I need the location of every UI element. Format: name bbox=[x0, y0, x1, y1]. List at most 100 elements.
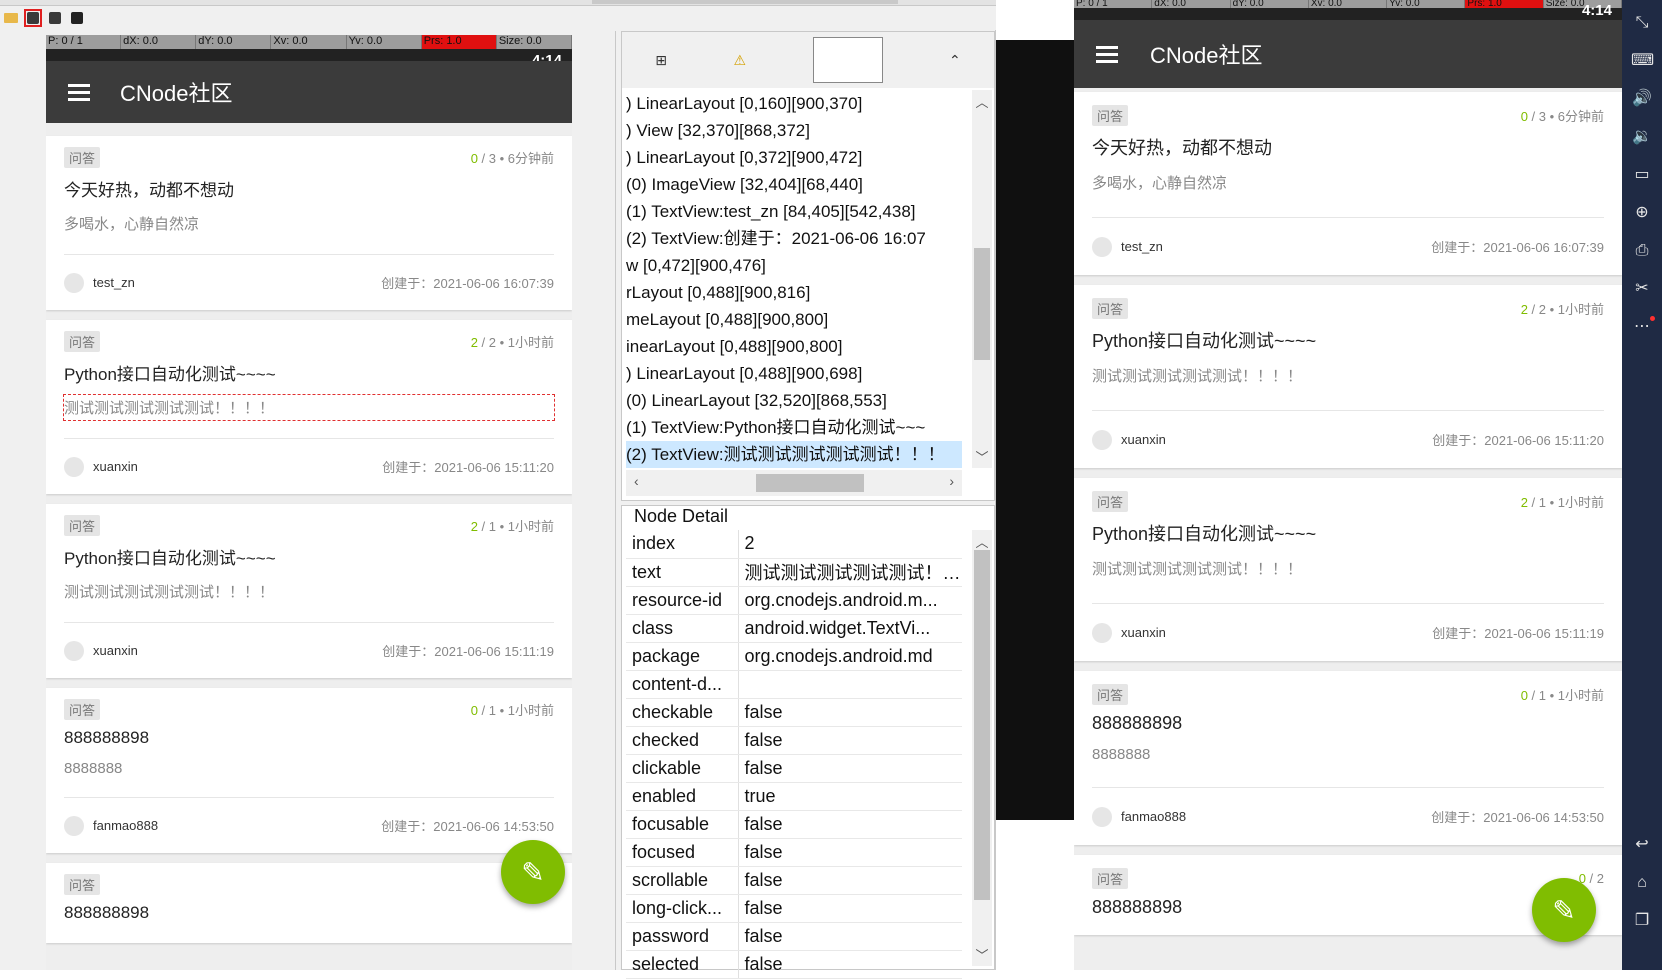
author[interactable]: test_zn bbox=[1092, 236, 1163, 257]
detail-value[interactable]: android.widget.TextVi... bbox=[738, 614, 962, 643]
scroll-up-icon[interactable]: ︿ bbox=[972, 532, 992, 551]
recents-icon[interactable]: ❐ bbox=[1631, 910, 1653, 932]
compose-fab[interactable]: ✎ bbox=[501, 840, 565, 904]
screenshot-compressed-icon[interactable] bbox=[46, 9, 64, 27]
scroll-right-icon[interactable]: › bbox=[949, 473, 954, 489]
detail-value[interactable]: false bbox=[738, 754, 962, 783]
detail-value[interactable]: 2 bbox=[738, 530, 962, 559]
tree-node[interactable]: ) LinearLayout [0,160][900,370] bbox=[626, 90, 962, 117]
topic-card[interactable]: 问答 0 / 3 • 6分钟前 今天好热，动都不想动 多喝水，心静自然凉 test_zn… bbox=[46, 136, 572, 310]
print-icon[interactable]: ⎙ bbox=[1631, 240, 1653, 262]
keyboard-icon[interactable]: ⌨ bbox=[1631, 50, 1654, 72]
add-apk-icon[interactable]: ⊕ bbox=[1631, 202, 1653, 224]
detail-value[interactable]: 测试测试测试测试测试！… bbox=[738, 558, 962, 587]
tree-node[interactable]: rLayout [0,488][900,816] bbox=[626, 279, 962, 306]
author[interactable]: xuanxin bbox=[1092, 429, 1166, 450]
detail-value[interactable]: false bbox=[738, 866, 962, 895]
detail-row[interactable]: focusable false bbox=[626, 810, 962, 839]
home-icon[interactable]: ⌂ bbox=[1631, 872, 1653, 894]
scroll-left-icon[interactable]: ‹ bbox=[634, 473, 639, 489]
detail-row[interactable]: long-click... false bbox=[626, 894, 962, 923]
collapse-up-icon[interactable]: ⌃ bbox=[949, 52, 961, 69]
tree-node[interactable]: w [0,472][900,476] bbox=[626, 252, 962, 279]
author[interactable]: xuanxin bbox=[64, 456, 138, 477]
top-scroll-thumb[interactable] bbox=[592, 0, 898, 4]
detail-row[interactable]: focused false bbox=[626, 838, 962, 867]
menu-icon[interactable] bbox=[1096, 45, 1118, 63]
author[interactable]: fanmao888 bbox=[64, 815, 158, 836]
menu-icon[interactable] bbox=[68, 83, 90, 101]
emulator-screen[interactable]: P: 0 / 1 dX: 0.0 dY: 0.0 Xv: 0.0 Yv: 0.0… bbox=[1074, 0, 1622, 970]
detail-value[interactable]: false bbox=[738, 894, 962, 923]
author[interactable]: xuanxin bbox=[64, 640, 138, 661]
detail-vertical-scrollbar[interactable]: ︿ ﹀ bbox=[972, 530, 992, 966]
open-folder-icon[interactable] bbox=[2, 9, 20, 27]
fullscreen-icon[interactable]: ⤡ bbox=[1631, 12, 1653, 34]
topic-card[interactable]: 问答 0 / 1 • 1小时前 888888898 8888888 fanmao888 创… bbox=[46, 688, 572, 853]
tree-node[interactable]: ) View [32,370][868,372] bbox=[626, 117, 962, 144]
volume-up-icon[interactable]: 🔊 bbox=[1631, 88, 1653, 110]
hierarchy-search-box[interactable] bbox=[812, 37, 883, 83]
tree-node[interactable]: (2) TextView:创建于：2021-06-06 16:07 bbox=[626, 225, 962, 252]
scissors-icon[interactable]: ✂ bbox=[1631, 278, 1653, 300]
device-screenshot[interactable]: P: 0 / 1 dX: 0.0 dY: 0.0 Xv: 0.0 Yv: 0.0… bbox=[46, 35, 572, 970]
detail-row[interactable]: scrollable false bbox=[626, 866, 962, 895]
hierarchy-tree[interactable]: ) LinearLayout [0,160][900,370]) View [3… bbox=[626, 90, 962, 468]
scroll-up-icon[interactable]: ︿ bbox=[972, 92, 992, 111]
tree-node[interactable]: ) LinearLayout [0,488][900,698] bbox=[626, 360, 962, 387]
detail-value[interactable]: false bbox=[738, 698, 962, 727]
author[interactable]: xuanxin bbox=[1092, 622, 1166, 643]
detail-value[interactable]: false bbox=[738, 838, 962, 867]
detail-value[interactable]: org.cnodejs.android.md bbox=[738, 642, 962, 671]
tree-node[interactable]: (1) TextView:test_zn [84,405][542,438] bbox=[626, 198, 962, 225]
detail-row[interactable]: class android.widget.TextVi... bbox=[626, 614, 962, 643]
detail-row[interactable]: content-d... bbox=[626, 670, 962, 699]
detail-value[interactable]: org.cnodejs.android.m... bbox=[738, 586, 962, 615]
back-icon[interactable]: ↩ bbox=[1631, 834, 1653, 856]
save-icon[interactable] bbox=[68, 9, 86, 27]
detail-value[interactable]: false bbox=[738, 810, 962, 839]
scroll-down-icon[interactable]: ﹀ bbox=[972, 447, 992, 466]
topic-card[interactable]: 问答 0 / 3 • 6分钟前 今天好热，动都不想动 多喝水，心静自然凉 test_zn… bbox=[1074, 92, 1622, 275]
tree-horizontal-scrollbar[interactable]: ‹ › bbox=[626, 470, 962, 496]
topic-card[interactable]: 问答 2 / 2 • 1小时前 Python接口自动化测试~~~~ 测试测试测试测试测… bbox=[46, 320, 572, 494]
detail-row[interactable]: checked false bbox=[626, 726, 962, 755]
author[interactable]: fanmao888 bbox=[1092, 806, 1186, 827]
tree-node[interactable]: (1) TextView:Python接口自动化测试~~~ bbox=[626, 414, 962, 441]
author[interactable]: test_zn bbox=[64, 272, 135, 293]
compose-fab[interactable]: ✎ bbox=[1532, 878, 1596, 942]
scroll-down-icon[interactable]: ﹀ bbox=[972, 945, 992, 964]
topic-card[interactable]: 问答 2 / 1 • 1小时前 Python接口自动化测试~~~~ 测试测试测试测试测… bbox=[46, 504, 572, 678]
topic-card[interactable]: 问答 2 / 2 • 1小时前 Python接口自动化测试~~~~ 测试测试测试测试测… bbox=[1074, 285, 1622, 468]
tree-node[interactable]: (2) TextView:测试测试测试测试测试！！！ bbox=[626, 441, 962, 468]
tree-node[interactable]: (0) LinearLayout [32,520][868,553] bbox=[626, 387, 962, 414]
more-icon[interactable]: ⋯ bbox=[1631, 316, 1655, 338]
detail-value[interactable]: false bbox=[738, 922, 962, 951]
topic-card[interactable]: 问答0 / 2 888888898 bbox=[46, 863, 572, 943]
detail-value[interactable]: true bbox=[738, 782, 962, 811]
tree-node[interactable]: (0) ImageView [32,404][68,440] bbox=[626, 171, 962, 198]
detail-row[interactable]: resource-id org.cnodejs.android.m... bbox=[626, 586, 962, 615]
tree-node[interactable]: meLayout [0,488][900,800] bbox=[626, 306, 962, 333]
tree-vertical-scrollbar[interactable]: ︿ ﹀ bbox=[972, 90, 992, 468]
detail-value[interactable]: false bbox=[738, 950, 962, 979]
detail-row[interactable]: index 2 bbox=[626, 530, 962, 559]
topic-card[interactable]: 问答 0 / 1 • 1小时前 888888898 8888888 fanmao888 创… bbox=[1074, 671, 1622, 845]
tree-node[interactable]: ) LinearLayout [0,372][900,472] bbox=[626, 144, 962, 171]
detail-row[interactable]: package org.cnodejs.android.md bbox=[626, 642, 962, 671]
topic-card[interactable]: 问答 2 / 1 • 1小时前 Python接口自动化测试~~~~ 测试测试测试测试测… bbox=[1074, 478, 1622, 661]
warning-icon[interactable]: ⚠ bbox=[733, 52, 746, 69]
detail-row[interactable]: selected false bbox=[626, 950, 962, 979]
detail-row[interactable]: clickable false bbox=[626, 754, 962, 783]
screen-icon[interactable]: ▭ bbox=[1631, 164, 1653, 186]
screenshot-icon[interactable] bbox=[24, 9, 42, 27]
tree-node[interactable]: inearLayout [0,488][900,800] bbox=[626, 333, 962, 360]
detail-value[interactable]: false bbox=[738, 726, 962, 755]
detail-row[interactable]: text 测试测试测试测试测试！… bbox=[626, 558, 962, 587]
detail-value[interactable] bbox=[738, 670, 962, 699]
volume-down-icon[interactable]: 🔉 bbox=[1631, 126, 1653, 148]
detail-row[interactable]: checkable false bbox=[626, 698, 962, 727]
expand-all-icon[interactable]: ⊞ bbox=[655, 52, 667, 69]
detail-row[interactable]: password false bbox=[626, 922, 962, 951]
detail-row[interactable]: enabled true bbox=[626, 782, 962, 811]
